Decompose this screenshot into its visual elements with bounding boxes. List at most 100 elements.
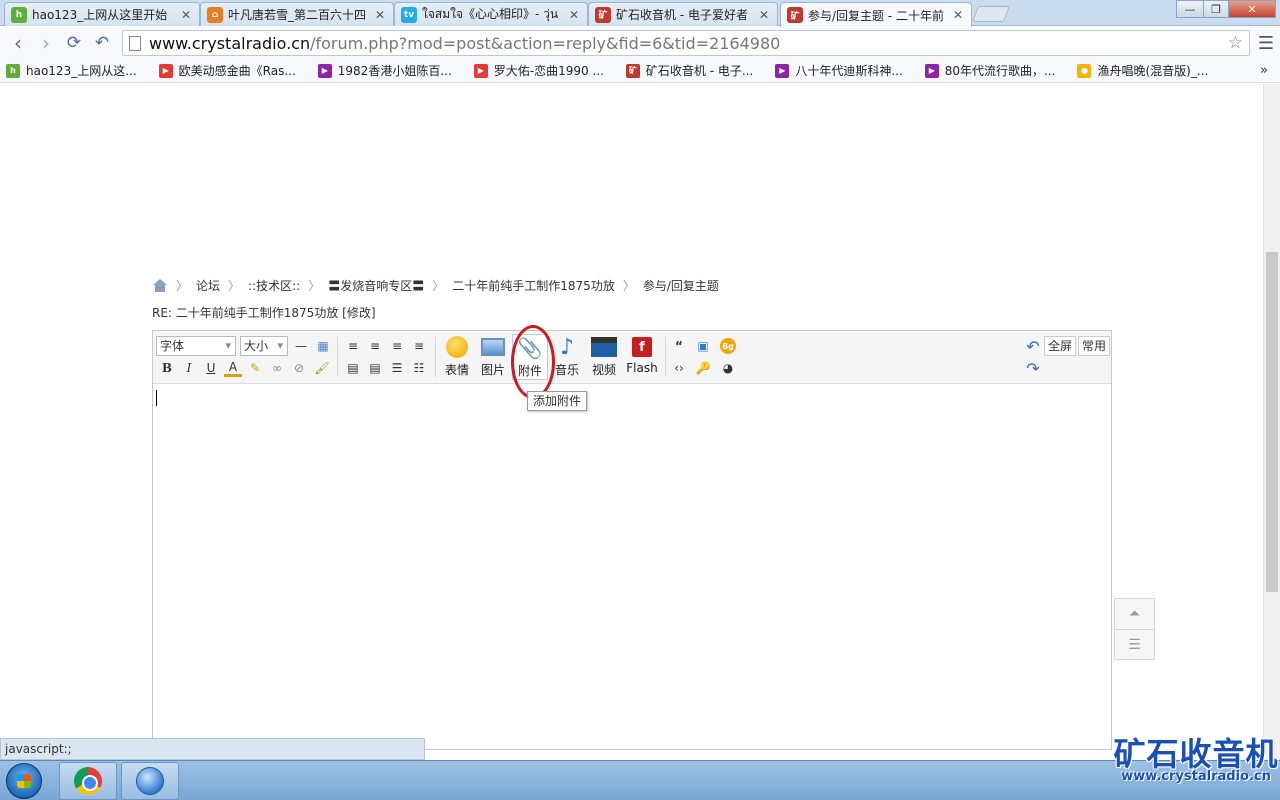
tab-title: 叶凡唐若雪_第二百六十四	[228, 8, 367, 22]
emoji-button[interactable]: 表情	[439, 334, 475, 380]
password-icon[interactable]: 🔑	[694, 359, 712, 377]
background-music-icon[interactable]: Bg	[719, 337, 737, 355]
list-icon[interactable]: ☰	[1115, 629, 1154, 659]
flash-button[interactable]: f Flash	[623, 334, 661, 380]
home-icon[interactable]	[152, 278, 168, 293]
close-icon[interactable]: ✕	[373, 8, 387, 22]
bookmark-label: 八十年代迪斯科神...	[795, 64, 903, 78]
image-button[interactable]: 图片	[475, 334, 511, 380]
align-justify-icon[interactable]: ≡	[388, 337, 406, 355]
bookmark-label: 1982香港小姐陈百...	[337, 64, 452, 78]
align-center-icon[interactable]: ≡	[366, 337, 384, 355]
maximize-button[interactable]: ❐	[1203, 0, 1229, 18]
bookmark-item[interactable]: ▶ 80年代流行歌曲，...	[924, 62, 1055, 79]
close-icon[interactable]: ✕	[951, 8, 965, 22]
back-to-top-icon[interactable]: ⏶	[1115, 599, 1154, 629]
attach-label: 附件	[517, 364, 542, 378]
paperclip-icon: 📎	[517, 336, 543, 360]
free-tag-icon[interactable]: ▣	[694, 337, 712, 355]
close-icon[interactable]: ✕	[567, 8, 581, 22]
float-right-icon[interactable]: ▤	[366, 359, 384, 377]
reload-icon[interactable]: ⟳	[60, 29, 88, 57]
video-button[interactable]: 视频	[586, 334, 622, 380]
link-icon[interactable]: ∞	[268, 359, 286, 377]
bookmark-item[interactable]: ● 渔舟唱晚(混音版)_...	[1077, 62, 1208, 79]
bookmark-label: 渔舟唱晚(混音版)_...	[1097, 64, 1209, 78]
size-select[interactable]: 大小	[240, 336, 288, 356]
new-tab-button[interactable]	[972, 6, 1010, 22]
minimize-button[interactable]: —	[1176, 0, 1204, 18]
tab-title: 矿石收音机 - 电子爱好者	[616, 8, 748, 22]
close-icon[interactable]: ✕	[179, 8, 193, 22]
music-note-icon: ♪	[559, 334, 575, 360]
back-icon[interactable]: ‹	[4, 29, 32, 57]
redo-icon[interactable]: ↷	[1024, 359, 1042, 378]
unordered-list-icon[interactable]: ☷	[410, 359, 428, 377]
bookmark-item[interactable]: ▶ 欧美动感金曲《Ras...	[158, 62, 296, 79]
horizontal-rule-icon[interactable]: —	[292, 337, 310, 355]
scrollbar-thumb[interactable]	[1266, 252, 1278, 592]
url-host: www.crystalradio.cn	[149, 33, 311, 53]
close-window-button[interactable]: ✕	[1228, 0, 1276, 18]
common-button[interactable]: 常用	[1078, 336, 1111, 356]
undo-close-icon[interactable]: ↶	[88, 29, 116, 57]
tab-hao123[interactable]: h hao123_上网从这里开始 ✕	[4, 2, 200, 26]
flash-label: Flash	[626, 361, 658, 375]
reply-subject[interactable]: RE: 二十年前纯手工制作1875功放 [修改]	[152, 304, 376, 321]
music-button[interactable]: ♪ 音乐	[549, 334, 585, 380]
bookmark-item[interactable]: ▶ 罗大佑-恋曲1990 ...	[473, 62, 604, 79]
breadcrumb-forum[interactable]: 论坛	[196, 277, 220, 294]
italic-icon[interactable]: I	[180, 359, 198, 377]
quote-icon[interactable]: “	[670, 337, 688, 355]
highlight-icon[interactable]: ✎	[246, 359, 264, 377]
watermark-name: 矿石收音机	[1113, 735, 1279, 773]
underline-icon[interactable]: U	[202, 359, 220, 377]
ordered-list-icon[interactable]: ☰	[388, 359, 406, 377]
bookmark-item[interactable]: h hao123_上网从这...	[6, 62, 137, 79]
breadcrumb-tech[interactable]: ::技术区::	[248, 277, 300, 294]
bookmark-star-icon[interactable]: ☆	[1228, 33, 1243, 53]
side-tools: ⏶ ☰	[1114, 598, 1155, 660]
code-icon[interactable]: ‹›	[670, 359, 688, 377]
menu-icon[interactable]: ☰	[1258, 33, 1274, 54]
fullscreen-button[interactable]: 全屏	[1044, 336, 1077, 356]
post-editor: 字体 大小 — ▦ B I U A ✎ ∞ ⊘ 🖌 ≡ ≡ ≡ ≡ ▤ ▤ ☰ …	[152, 330, 1112, 750]
tab-crystalradio[interactable]: 矿 矿石收音机 - 电子爱好者 ✕	[588, 2, 778, 26]
breadcrumb-separator: 〉	[432, 279, 445, 293]
page-scrollbar[interactable]	[1263, 84, 1280, 760]
breadcrumb-thread[interactable]: 二十年前纯手工制作1875功放	[452, 277, 615, 294]
bookmark-item[interactable]: 矿矿石收音机 - 电子...	[625, 62, 753, 79]
editor-textarea[interactable]	[153, 385, 1111, 749]
close-icon[interactable]: ✕	[757, 8, 771, 22]
address-bar[interactable]: www.crystalradio.cn /forum.php?mod=post&…	[122, 30, 1250, 56]
align-right-icon[interactable]: ≡	[410, 337, 428, 355]
attach-tooltip: 添加附件	[527, 391, 588, 411]
attach-button[interactable]: 📎 附件	[512, 334, 548, 380]
align-left-icon[interactable]: ≡	[344, 337, 362, 355]
breadcrumb-audio[interactable]: 〓发烧音响专区〓	[328, 277, 424, 294]
cat-icon: ●	[1077, 63, 1092, 78]
breadcrumb-current: 参与/回复主题	[642, 279, 719, 293]
font-select[interactable]: 字体	[156, 336, 236, 356]
font-color-icon[interactable]: A	[224, 359, 242, 377]
forward-icon[interactable]: ›	[32, 29, 60, 57]
unlink-icon[interactable]: ⊘	[290, 359, 308, 377]
more-bookmarks-icon[interactable]: »	[1260, 63, 1268, 78]
tab-video[interactable]: tv ใจสมใจ《心心相印》- วุ่น ✕	[394, 2, 588, 26]
taskbar-chrome[interactable]	[59, 762, 117, 800]
clear-format-icon[interactable]: 🖌	[313, 359, 331, 377]
qq-icon[interactable]: ◕	[719, 359, 737, 377]
start-button[interactable]	[6, 763, 42, 799]
bookmarks-bar: h hao123_上网从这... ▶ 欧美动感金曲《Ras... ▶ 1982香港小姐…	[0, 59, 1280, 83]
bookmark-item[interactable]: ▶ 1982香港小姐陈百...	[317, 62, 452, 79]
watermark: 矿石收音机 www.crystalradio.cn	[1112, 736, 1280, 784]
bookmark-item[interactable]: ▶ 八十年代迪斯科神...	[775, 62, 903, 79]
taskbar-ie[interactable]	[121, 762, 179, 800]
float-left-icon[interactable]: ▤	[344, 359, 362, 377]
table-icon[interactable]: ▦	[314, 337, 332, 355]
tab-strip: h hao123_上网从这里开始 ✕ ⌂ 叶凡唐若雪_第二百六十四 ✕ tv ใ…	[0, 0, 1280, 27]
tab-novel[interactable]: ⌂ 叶凡唐若雪_第二百六十四 ✕	[200, 2, 394, 26]
undo-icon[interactable]: ↶	[1024, 337, 1042, 356]
tab-reply-active[interactable]: 矿 参与/回复主题 - 二十年前 ✕	[780, 2, 972, 27]
bold-icon[interactable]: B	[158, 359, 176, 377]
